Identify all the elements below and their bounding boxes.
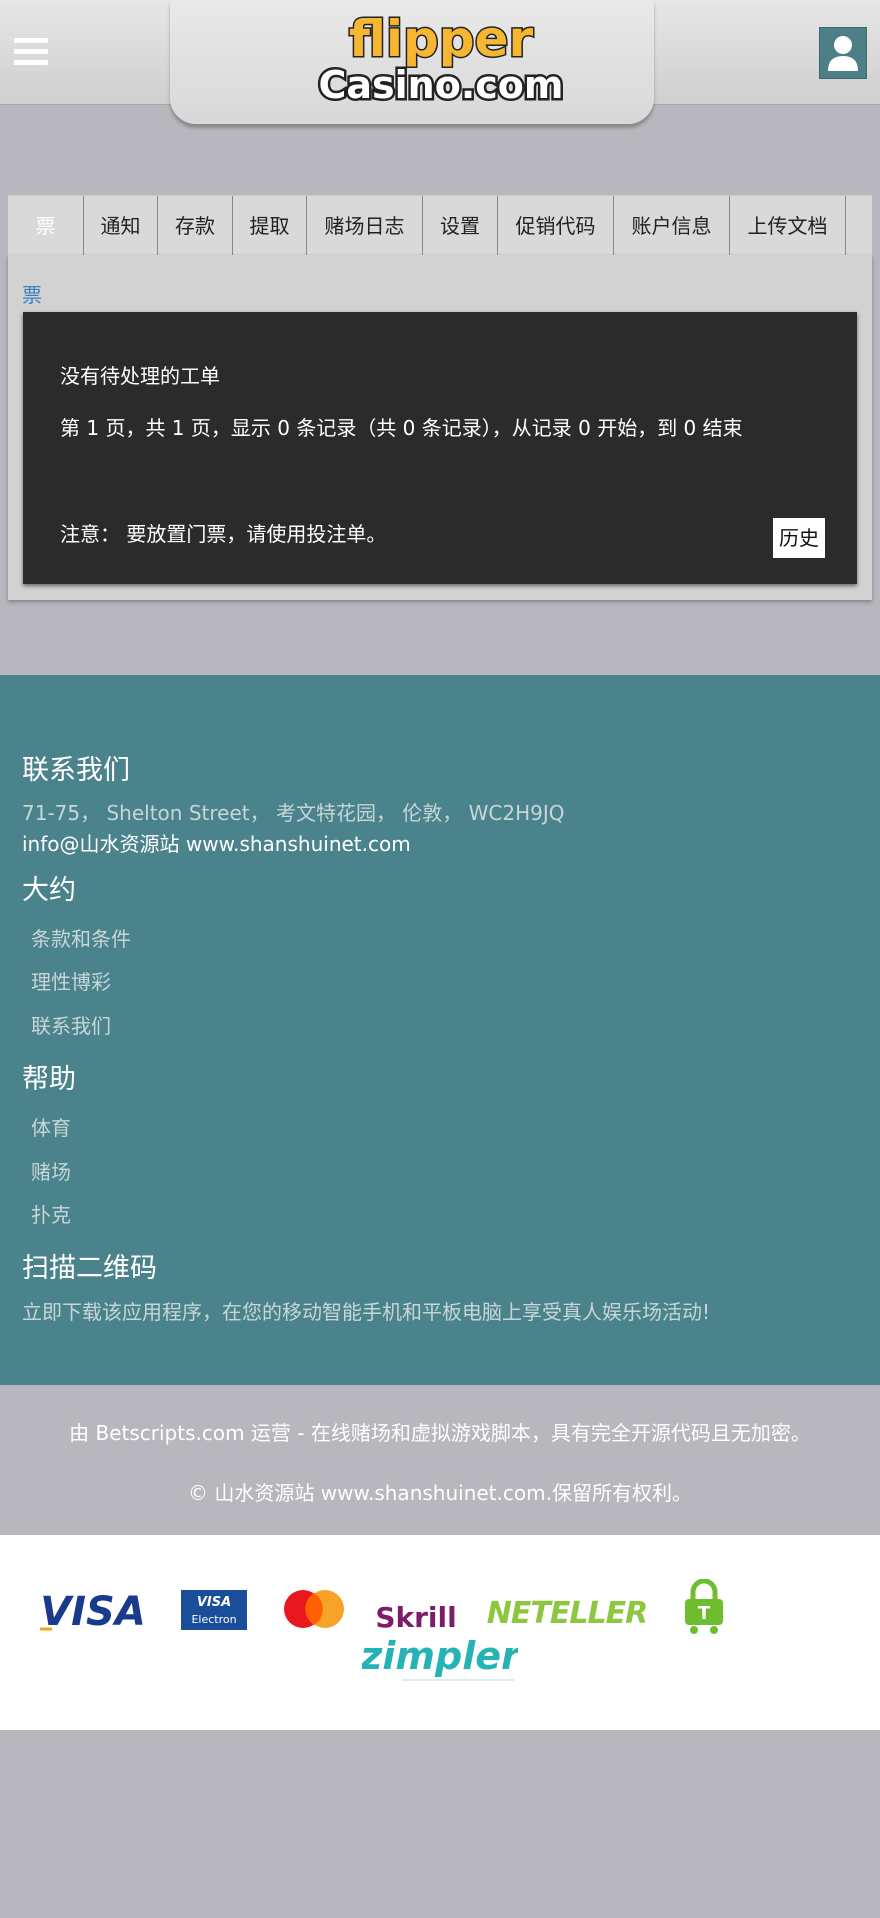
logo-flipper: flipper: [349, 10, 534, 68]
paging-info: 第 1 页，共 1 页，显示 0 条记录（共 0 条记录），从记录 0 开始，到…: [60, 416, 743, 440]
svg-text:NETELLER: NETELLER: [487, 1596, 647, 1631]
tab-withdraw[interactable]: 提取: [233, 196, 307, 256]
tab-deposit[interactable]: 存款: [158, 196, 233, 256]
visa-logo: VISA: [40, 1589, 146, 1633]
footer-legal: 由 Betscripts.com 运营 - 在线赌场和虚拟游戏脚本，具有完全开源…: [0, 1385, 880, 1535]
logo-casino: Casino.com: [319, 63, 564, 104]
address: 71-75， Shelton Street， 考文特花园， 伦敦， WC2H9J…: [22, 801, 565, 825]
tickets-panel: 票 没有待处理的工单 第 1 页，共 1 页，显示 0 条记录（共 0 条记录）…: [8, 255, 872, 600]
breadcrumb[interactable]: 票: [22, 279, 42, 308]
menu-icon[interactable]: [14, 38, 48, 68]
tab-casino-log[interactable]: 赌场日志: [307, 196, 423, 256]
qr-text: 立即下载该应用程序，在您的移动智能手机和平板电脑上享受真人娱乐场活动!: [22, 1300, 711, 1324]
tab-settings[interactable]: 设置: [423, 196, 498, 256]
link-responsible-gaming[interactable]: 理性博彩: [31, 966, 111, 995]
svg-text:T: T: [698, 1603, 711, 1624]
zimpler-logo: zimpler: [362, 1635, 518, 1681]
link-casino[interactable]: 赌场: [31, 1156, 71, 1185]
payment-methods: VISA VISA Electron Skrill NETELLER T zim…: [0, 1535, 880, 1730]
link-sports[interactable]: 体育: [31, 1112, 71, 1141]
svg-text:VISA: VISA: [197, 1595, 231, 1610]
footer-info: 联系我们 71-75， Shelton Street， 考文特花园， 伦敦， W…: [0, 675, 880, 1385]
link-contact-us[interactable]: 联系我们: [31, 1010, 111, 1039]
help-heading: 帮助: [22, 1064, 76, 1095]
ticket-note: 注意： 要放置门票，请使用投注单。: [60, 522, 387, 546]
svg-text:Electron: Electron: [191, 1613, 236, 1626]
copyright: © 山水资源站 www.shanshuinet.com.保留所有权利。: [188, 1481, 692, 1505]
no-tickets-message: 没有待处理的工单: [60, 364, 220, 388]
lock-payment-logo: T: [685, 1579, 723, 1634]
tab-notifications[interactable]: 通知: [84, 196, 158, 256]
svg-text:Skrill: Skrill: [376, 1601, 456, 1633]
tab-account-info[interactable]: 账户信息: [614, 196, 730, 256]
link-poker[interactable]: 扑克: [31, 1199, 71, 1228]
tab-promo-code[interactable]: 促销代码: [498, 196, 614, 256]
about-heading: 大约: [22, 875, 76, 906]
tab-upload-documents[interactable]: 上传文档: [730, 196, 846, 256]
account-tabs: 票 通知 存款 提取 赌场日志 设置 促销代码 账户信息 上传文档: [8, 195, 872, 256]
neteller-logo: NETELLER: [487, 1596, 648, 1631]
user-account-button[interactable]: [819, 27, 867, 79]
powered-by: 由 Betscripts.com 运营 - 在线赌场和虚拟游戏脚本，具有完全开源…: [69, 1421, 811, 1445]
contact-heading: 联系我们: [22, 755, 130, 786]
tickets-card: 没有待处理的工单 第 1 页，共 1 页，显示 0 条记录（共 0 条记录），从…: [23, 312, 857, 584]
tab-tickets[interactable]: 票: [8, 196, 84, 256]
history-button[interactable]: 历史: [773, 518, 825, 558]
skrill-logo: Skrill: [376, 1601, 456, 1633]
svg-text:VISA: VISA: [40, 1589, 146, 1633]
svg-text:zimpler: zimpler: [362, 1635, 518, 1678]
visa-electron-logo: VISA Electron: [181, 1590, 247, 1630]
user-icon: [828, 36, 858, 71]
link-terms[interactable]: 条款和条件: [31, 923, 131, 952]
qr-heading: 扫描二维码: [22, 1253, 157, 1284]
email[interactable]: info@山水资源站 www.shanshuinet.com: [22, 828, 411, 857]
mastercard-logo: [284, 1590, 344, 1628]
site-logo[interactable]: flipper Casino.com: [296, 8, 586, 105]
